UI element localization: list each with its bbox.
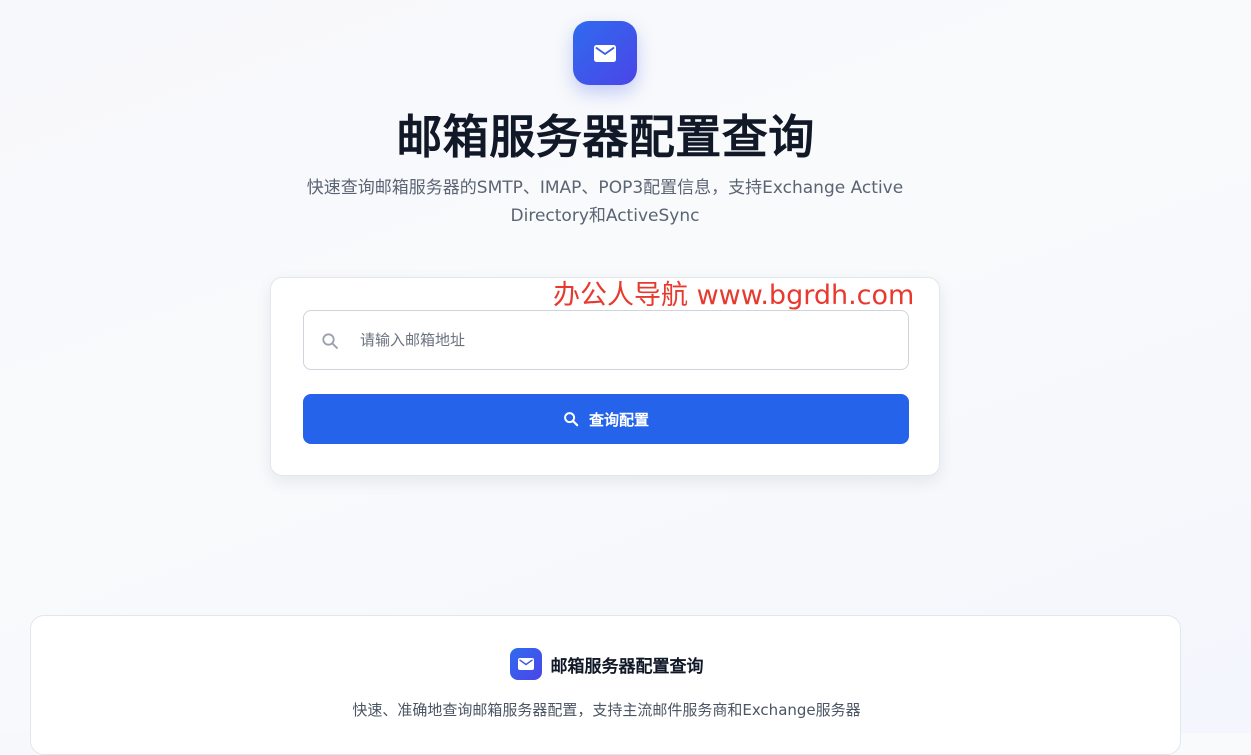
mail-icon <box>509 648 542 680</box>
search-icon <box>564 412 579 427</box>
search-icon <box>322 333 338 349</box>
info-title: 邮箱服务器配置查询 <box>550 656 704 677</box>
page-subtitle: 快速查询邮箱服务器的SMTP、IMAP、POP3配置信息，支持Exchange … <box>306 178 904 226</box>
info-description: 快速、准确地查询邮箱服务器配置，支持主流邮件服务商和Exchange服务器 <box>352 701 861 719</box>
watermark-text: 办公人导航 www.bgrdh.com <box>553 280 915 311</box>
mail-icon <box>573 21 637 85</box>
mail-icon-glyph <box>517 658 534 670</box>
mail-icon-glyph <box>594 44 616 62</box>
info-card: 邮箱服务器配置查询 快速、准确地查询邮箱服务器配置，支持主流邮件服务商和Exch… <box>30 615 1181 755</box>
query-config-button[interactable]: 查询配置 <box>303 394 909 444</box>
query-button-label: 查询配置 <box>588 410 649 429</box>
page-title: 邮箱服务器配置查询 <box>396 110 815 164</box>
email-input[interactable] <box>360 321 890 359</box>
email-field-container[interactable] <box>303 310 909 370</box>
info-header: 邮箱服务器配置查询 <box>31 648 1182 680</box>
